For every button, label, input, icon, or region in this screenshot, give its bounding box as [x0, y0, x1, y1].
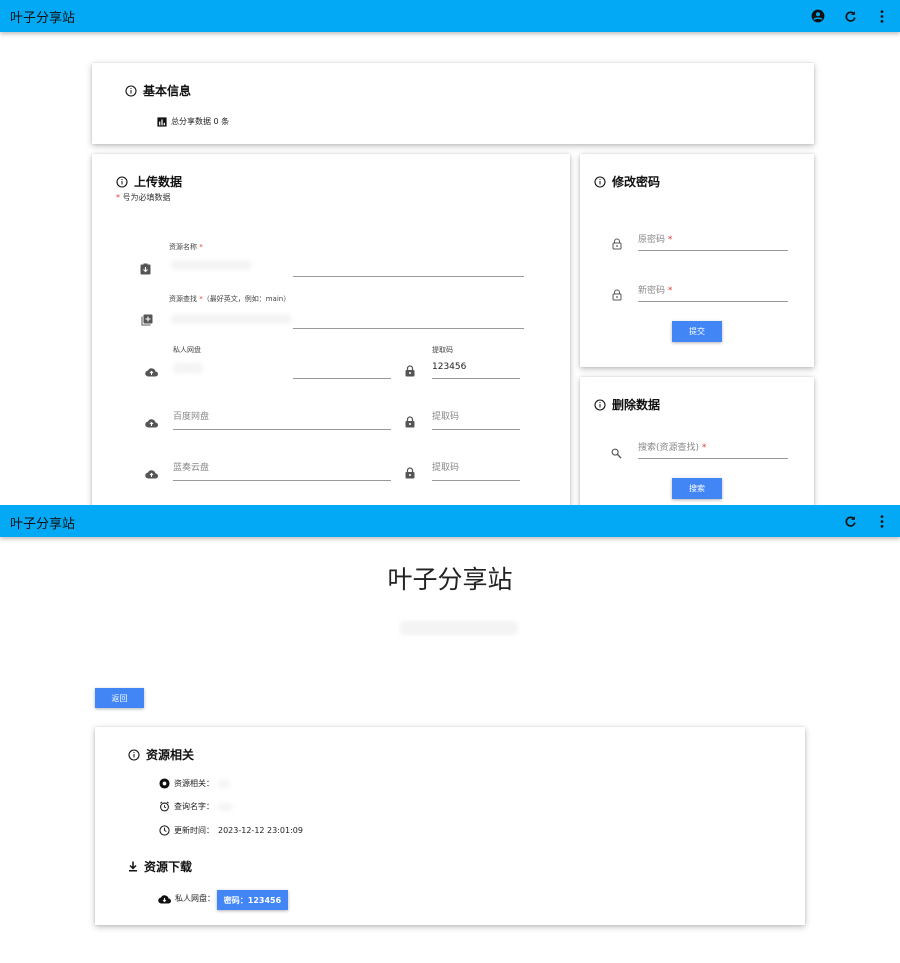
private-download-label: 私人网盘： — [175, 894, 215, 903]
refresh-icon[interactable] — [840, 511, 860, 531]
basic-info-card: 基本信息 总分享数据 0 条 — [92, 63, 814, 144]
old-password-placeholder: 原密码 — [638, 235, 666, 245]
baidu-code-field[interactable]: 提取码 — [432, 409, 520, 431]
required-note: * 号为必填数据 — [116, 192, 171, 203]
resource-card: 资源相关 资源相关： 查询名字： 更新时间： 2023-12-12 23:01:… — [95, 727, 805, 925]
delete-data-card: 删除数据 搜索(资源查找) * 搜索 — [580, 377, 814, 505]
resource-name-field[interactable]: 资源名称 * — [169, 242, 524, 278]
basic-info-title-text: 基本信息 — [143, 84, 192, 98]
lanzou-disk-placeholder: 蓝奏云盘 — [173, 463, 210, 473]
lanzou-disk-field[interactable]: 蓝奏云盘 — [173, 460, 391, 482]
private-code-field[interactable]: 提取码 123456 — [432, 345, 520, 380]
baidu-disk-field[interactable]: 百度网盘 — [173, 409, 391, 431]
required-note-text: 号为必填数据 — [122, 193, 171, 202]
resource-name-label: 资源名称 — [169, 243, 197, 251]
info-icon — [594, 398, 606, 411]
private-download-row: 私人网盘： — [158, 893, 215, 904]
total-shares-text: 总分享数据 0 条 — [171, 117, 230, 126]
change-password-card: 修改密码 原密码 * 新密码 * 提交 — [580, 154, 814, 367]
app-title: 叶子分享站 — [10, 11, 76, 26]
resource-title: 资源相关 — [128, 746, 194, 763]
lock-outline-icon — [612, 286, 622, 305]
lock-icon — [405, 464, 415, 483]
blurred-subtitle — [400, 621, 518, 635]
resource-find-hint: （最好英文，例如：main） — [202, 295, 291, 303]
private-code-label: 提取码 — [432, 346, 453, 354]
resource-find-label: 资源查找 — [169, 295, 197, 303]
account-icon[interactable] — [808, 6, 828, 26]
cloud-upload-icon — [145, 362, 158, 381]
cloud-upload-icon — [145, 413, 158, 432]
delete-data-title-text: 删除数据 — [612, 398, 661, 412]
updated-row: 更新时间： 2023-12-12 23:01:09 — [159, 825, 303, 836]
info-icon — [116, 175, 128, 188]
search-field[interactable]: 搜索(资源查找) * — [638, 440, 788, 460]
refresh-icon[interactable] — [840, 6, 860, 26]
submit-button[interactable]: 提交 — [672, 321, 722, 342]
cloud-upload-icon — [145, 464, 158, 483]
new-password-field[interactable]: 新密码 * — [638, 283, 788, 303]
private-code-value: 123456 — [432, 362, 467, 372]
basic-info-title: 基本信息 — [125, 82, 191, 99]
admin-screen: 叶子分享站 基本信息 总分享数据 0 条 上传数据 * 号为必填数据 资源名称 … — [0, 0, 900, 505]
assignment-icon — [140, 260, 151, 279]
clock-icon — [159, 825, 170, 836]
delete-data-title: 删除数据 — [594, 396, 660, 413]
query-row: 查询名字： — [159, 801, 232, 812]
updated-value: 2023-12-12 23:01:09 — [218, 826, 303, 835]
old-password-field[interactable]: 原密码 * — [638, 232, 788, 252]
cloud-download-icon — [158, 894, 171, 904]
baidu-disk-placeholder: 百度网盘 — [173, 412, 210, 422]
search-icon — [611, 444, 622, 463]
password-code-button[interactable]: 密码：123456 — [217, 890, 288, 910]
more-vert-icon[interactable] — [872, 511, 892, 531]
lock-icon — [405, 413, 415, 432]
app-bar: 叶子分享站 — [0, 505, 900, 537]
more-vert-icon[interactable] — [872, 6, 892, 26]
back-button[interactable]: 返回 — [95, 688, 144, 708]
search-button[interactable]: 搜索 — [672, 478, 722, 499]
updated-label: 更新时间： — [174, 826, 214, 835]
new-password-placeholder: 新密码 — [638, 286, 666, 296]
change-password-title: 修改密码 — [594, 173, 660, 190]
upload-card: 上传数据 * 号为必填数据 资源名称 * 资源查找 *（最好英文，例如：main… — [92, 154, 570, 505]
related-row: 资源相关： — [159, 778, 230, 789]
viewer-screen: 叶子分享站 叶子分享站 返回 资源相关 资源相关： 查询名字： 更新时间： 20… — [0, 505, 900, 963]
related-label: 资源相关： — [174, 779, 214, 788]
upload-title-text: 上传数据 — [134, 175, 183, 189]
info-icon — [594, 175, 606, 188]
baidu-code-placeholder: 提取码 — [432, 412, 460, 422]
private-disk-label: 私人网盘 — [173, 346, 201, 354]
lanzou-code-placeholder: 提取码 — [432, 463, 460, 473]
private-disk-field[interactable]: 私人网盘 — [173, 345, 391, 380]
lanzou-code-field[interactable]: 提取码 — [432, 460, 520, 482]
download-icon — [129, 861, 137, 872]
info-icon — [125, 84, 137, 97]
required-star: * — [116, 193, 120, 202]
lock-icon — [405, 362, 415, 381]
resource-title-text: 资源相关 — [146, 748, 195, 762]
download-title: 资源下载 — [128, 858, 192, 875]
resource-find-field[interactable]: 资源查找 *（最好英文，例如：main） — [169, 294, 524, 330]
bar-chart-icon — [157, 116, 167, 127]
info-icon — [128, 748, 140, 761]
alarm-icon — [160, 801, 169, 812]
query-label: 查询名字： — [174, 802, 214, 811]
record-icon — [159, 778, 170, 789]
total-shares-row: 总分享数据 0 条 — [157, 116, 229, 127]
search-placeholder: 搜索(资源查找) — [638, 443, 700, 453]
download-title-text: 资源下载 — [144, 860, 193, 874]
app-title: 叶子分享站 — [10, 517, 76, 532]
app-bar: 叶子分享站 — [0, 0, 900, 32]
lock-outline-icon — [612, 235, 622, 254]
library-add-icon — [141, 311, 153, 330]
page-heading: 叶子分享站 — [387, 565, 513, 594]
change-password-title-text: 修改密码 — [612, 175, 661, 189]
upload-title: 上传数据 — [116, 173, 182, 190]
